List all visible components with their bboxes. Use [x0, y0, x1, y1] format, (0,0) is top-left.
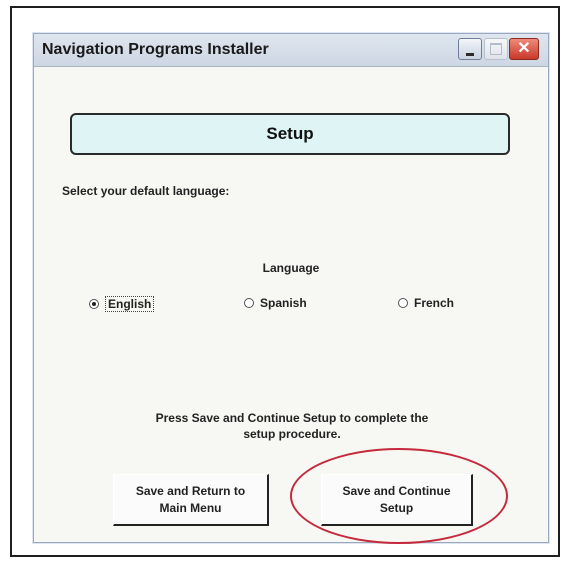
close-icon: ✕: [517, 40, 531, 57]
instructions-line-2: setup procedure.: [243, 427, 341, 441]
radio-french[interactable]: French: [398, 296, 454, 310]
language-prompt: Select your default language:: [62, 184, 230, 198]
radio-english-label[interactable]: English: [105, 296, 155, 312]
radio-french-label[interactable]: French: [414, 296, 454, 310]
close-button[interactable]: ✕: [509, 38, 539, 60]
installer-window: Navigation Programs Installer ✕ Setup Se…: [33, 33, 549, 543]
radio-spanish-label[interactable]: Spanish: [260, 296, 307, 310]
setup-title: Setup: [266, 124, 314, 143]
radio-unselected-icon[interactable]: [398, 298, 408, 308]
setup-header: Setup: [70, 113, 510, 155]
language-group-label: Language: [262, 261, 320, 275]
instructions-text: Press Save and Continue Setup to complet…: [114, 410, 470, 442]
radio-selected-icon[interactable]: [89, 299, 99, 309]
maximize-icon: [490, 43, 502, 55]
radio-unselected-icon[interactable]: [244, 298, 254, 308]
maximize-button[interactable]: [484, 38, 508, 60]
minimize-icon: [466, 52, 474, 56]
title-bar[interactable]: Navigation Programs Installer ✕: [34, 34, 548, 67]
save-and-continue-button[interactable]: Save and Continue Setup: [321, 474, 473, 526]
instructions-line-1: Press Save and Continue Setup to complet…: [155, 411, 429, 425]
save-and-return-button[interactable]: Save and Return to Main Menu: [113, 474, 269, 526]
minimize-button[interactable]: [458, 38, 482, 60]
save-and-continue-label-1: Save and Continue: [342, 483, 451, 498]
save-and-return-label-1: Save and Return to: [135, 483, 246, 498]
save-and-return-label-2: Main Menu: [159, 500, 222, 515]
radio-spanish[interactable]: Spanish: [244, 296, 307, 310]
radio-english[interactable]: English: [89, 296, 155, 312]
save-and-continue-label-2: Setup: [379, 500, 414, 515]
window-title: Navigation Programs Installer: [42, 41, 269, 58]
